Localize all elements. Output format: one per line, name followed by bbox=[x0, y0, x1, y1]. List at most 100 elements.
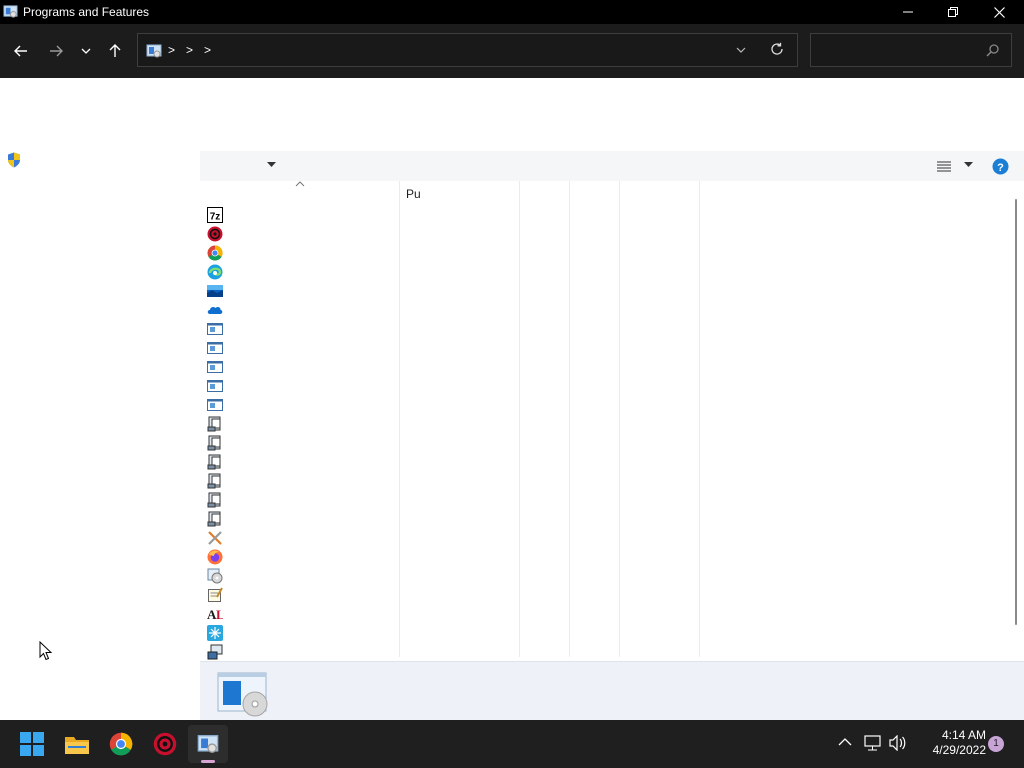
firefox-icon bbox=[207, 549, 223, 565]
search-box[interactable] bbox=[810, 33, 1012, 67]
installer-icon bbox=[207, 454, 221, 470]
chrome-icon bbox=[207, 245, 223, 261]
taskbar-control-panel[interactable] bbox=[188, 725, 228, 763]
address-dropdown-icon[interactable] bbox=[735, 44, 747, 56]
column-header-publisher[interactable]: Pu bbox=[406, 187, 421, 201]
list-item[interactable] bbox=[200, 566, 1010, 585]
installer-icon bbox=[207, 511, 221, 527]
breadcrumb-separator[interactable]: > bbox=[168, 43, 175, 57]
arrow-right-icon bbox=[50, 45, 63, 57]
list-item[interactable] bbox=[200, 509, 1010, 528]
list-item[interactable] bbox=[200, 281, 1010, 300]
generic-program-icon bbox=[207, 361, 223, 373]
setup-disc-icon bbox=[207, 568, 223, 584]
window-title: Programs and Features bbox=[23, 5, 150, 19]
list-item[interactable] bbox=[200, 319, 1010, 338]
list-item[interactable] bbox=[200, 414, 1010, 433]
list-item[interactable] bbox=[200, 376, 1010, 395]
command-bar: ? bbox=[200, 151, 1024, 181]
generic-program-icon bbox=[207, 342, 223, 354]
taskbar-red-app[interactable] bbox=[145, 725, 185, 763]
search-icon bbox=[986, 44, 999, 57]
arrow-left-icon bbox=[14, 45, 27, 57]
generic-program-icon bbox=[207, 380, 223, 392]
volume-icon[interactable] bbox=[889, 735, 907, 751]
forward-button[interactable] bbox=[44, 39, 68, 63]
start-button[interactable] bbox=[12, 725, 52, 763]
control-panel-icon bbox=[3, 5, 18, 18]
network-installer-icon bbox=[207, 644, 223, 660]
list-item[interactable] bbox=[200, 547, 1010, 566]
minimize-button[interactable] bbox=[885, 0, 931, 24]
close-icon bbox=[993, 6, 1005, 18]
x-tool-icon bbox=[208, 531, 222, 545]
restore-icon bbox=[948, 7, 958, 17]
notepad-icon bbox=[208, 587, 223, 602]
list-item[interactable]: AL bbox=[200, 604, 1010, 623]
list-item[interactable] bbox=[200, 585, 1010, 604]
taskbar-chrome[interactable] bbox=[101, 725, 141, 763]
vertical-scrollbar[interactable] bbox=[1010, 181, 1024, 661]
minimize-icon bbox=[903, 11, 913, 13]
breadcrumb-separator[interactable]: > bbox=[204, 43, 211, 57]
list-item[interactable] bbox=[200, 452, 1010, 471]
list-item[interactable] bbox=[200, 490, 1010, 509]
restore-button[interactable] bbox=[930, 0, 976, 24]
navigation-bar: > > > bbox=[0, 24, 1024, 78]
list-item[interactable] bbox=[200, 262, 1010, 281]
control-panel-icon bbox=[197, 735, 219, 753]
mouse-cursor-icon bbox=[39, 641, 53, 661]
svg-text:?: ? bbox=[997, 162, 1004, 174]
installer-icon bbox=[207, 473, 221, 489]
organize-dropdown-icon[interactable] bbox=[267, 162, 277, 168]
blue-snowflake-icon bbox=[207, 625, 223, 641]
list-item[interactable]: 7z bbox=[200, 205, 1010, 224]
installer-icon bbox=[207, 416, 221, 432]
close-button[interactable] bbox=[976, 0, 1022, 24]
svg-text:7z: 7z bbox=[210, 212, 221, 223]
list-item[interactable] bbox=[200, 224, 1010, 243]
7zip-icon: 7z bbox=[207, 207, 223, 223]
clock-time: 4:14 AM bbox=[941, 728, 986, 742]
uac-shield-icon[interactable] bbox=[7, 152, 21, 168]
clock-date: 4/29/2022 bbox=[932, 743, 986, 757]
list-item[interactable] bbox=[200, 433, 1010, 452]
column-headers: Pu bbox=[200, 181, 1010, 205]
list-item[interactable] bbox=[200, 642, 1010, 661]
chevron-up-icon[interactable] bbox=[838, 735, 852, 749]
address-bar[interactable]: > > > bbox=[137, 33, 798, 67]
landscape-app-icon bbox=[207, 285, 223, 297]
help-icon[interactable]: ? bbox=[992, 158, 1009, 175]
sort-ascending-icon bbox=[295, 181, 305, 187]
details-pane bbox=[200, 661, 1024, 720]
list-item[interactable] bbox=[200, 357, 1010, 376]
list-item[interactable] bbox=[200, 338, 1010, 357]
control-panel-icon bbox=[146, 44, 162, 58]
refresh-icon[interactable] bbox=[770, 42, 784, 56]
folder-icon bbox=[65, 737, 89, 754]
list-item[interactable] bbox=[200, 623, 1010, 642]
program-disc-icon bbox=[217, 672, 268, 717]
breadcrumb-separator[interactable]: > bbox=[186, 43, 193, 57]
scrollbar-thumb[interactable] bbox=[1015, 199, 1017, 625]
list-item[interactable] bbox=[200, 300, 1010, 319]
windows-logo-icon bbox=[20, 732, 44, 756]
system-clock[interactable]: 4:14 AM 4/29/2022 bbox=[912, 728, 986, 758]
notification-badge[interactable]: 1 bbox=[988, 736, 1004, 752]
list-item[interactable] bbox=[200, 528, 1010, 547]
list-item[interactable] bbox=[200, 243, 1010, 262]
details-view-icon[interactable] bbox=[937, 160, 951, 172]
red-gear-icon bbox=[207, 226, 223, 242]
generic-program-icon bbox=[207, 323, 223, 335]
program-list: 7z A L bbox=[200, 205, 1010, 660]
network-icon[interactable] bbox=[864, 735, 882, 751]
list-item[interactable] bbox=[200, 395, 1010, 414]
al-icon: AL bbox=[207, 607, 223, 622]
view-dropdown-icon[interactable] bbox=[964, 162, 974, 168]
back-button[interactable] bbox=[9, 39, 33, 63]
up-button[interactable] bbox=[103, 39, 127, 63]
recent-locations-button[interactable] bbox=[74, 39, 98, 63]
list-item[interactable] bbox=[200, 471, 1010, 490]
arrow-up-icon bbox=[109, 44, 121, 57]
taskbar-file-explorer[interactable] bbox=[57, 725, 97, 763]
